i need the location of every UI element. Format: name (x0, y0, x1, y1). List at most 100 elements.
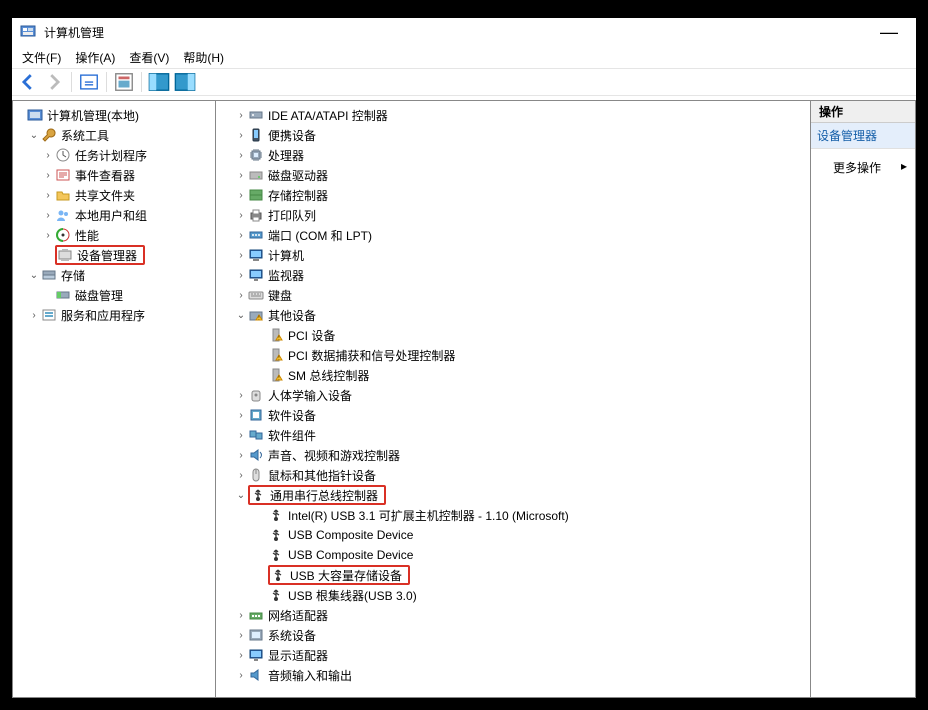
actions-more[interactable]: 更多操作▸ (811, 149, 915, 176)
device-tree[interactable]: ›IDE ATA/ATAPI 控制器›便携设备›处理器›磁盘驱动器›存储控制器›… (216, 100, 810, 698)
tree-system-tools[interactable]: ⌄ 系统工具 (13, 125, 215, 145)
show-hide-button[interactable] (147, 71, 171, 93)
device-hid[interactable]: ›人体学输入设备 (216, 385, 810, 405)
device-label: USB 根集线器(USB 3.0) (286, 586, 419, 605)
device-ide[interactable]: ›IDE ATA/ATAPI 控制器 (216, 105, 810, 125)
forward-button[interactable] (42, 71, 66, 93)
tree-event-viewer[interactable]: › 事件查看器 (13, 165, 215, 185)
tree-local-users[interactable]: › 本地用户和组 (13, 205, 215, 225)
device-computer[interactable]: ›计算机 (216, 245, 810, 265)
usb-icon (268, 527, 284, 543)
tree-device-manager[interactable]: 设备管理器 (13, 245, 215, 265)
device-print-queues[interactable]: ›打印队列 (216, 205, 810, 225)
expander-icon[interactable]: › (234, 190, 248, 201)
device-keyboards[interactable]: › 键盘 (216, 285, 810, 305)
device-pci[interactable]: !PCI 设备 (216, 325, 810, 345)
warndev-icon: ! (268, 367, 284, 383)
device-software[interactable]: ›软件设备 (216, 405, 810, 425)
expander-icon[interactable]: › (234, 230, 248, 241)
menu-view[interactable]: 查看(V) (129, 49, 169, 66)
tree-disk-management[interactable]: 磁盘管理 (13, 285, 215, 305)
expander-icon[interactable]: › (234, 290, 248, 301)
expander-icon[interactable]: › (234, 250, 248, 261)
expander-icon[interactable]: › (41, 150, 55, 161)
device-monitors[interactable]: › 监视器 (216, 265, 810, 285)
device-usb-controllers[interactable]: ⌄通用串行总线控制器 (216, 485, 810, 505)
help-button[interactable] (173, 71, 197, 93)
device-sound[interactable]: ›声音、视频和游戏控制器 (216, 445, 810, 465)
sound-icon (248, 447, 264, 463)
expander-icon[interactable]: › (234, 170, 248, 181)
actions-context[interactable]: 设备管理器 (811, 123, 915, 149)
expander-icon[interactable]: › (234, 610, 248, 621)
device-software-comp[interactable]: › 软件组件 (216, 425, 810, 445)
device-usb-item[interactable]: USB Composite Device (216, 545, 810, 565)
expander-icon[interactable]: ⌄ (27, 270, 41, 281)
expander-icon[interactable]: › (27, 310, 41, 321)
device-portable[interactable]: ›便携设备 (216, 125, 810, 145)
tree-root[interactable]: 计算机管理(本地) (13, 105, 215, 125)
tree-performance[interactable]: › 性能 (13, 225, 215, 245)
expander-icon[interactable]: › (234, 270, 248, 281)
expander-icon[interactable]: › (234, 630, 248, 641)
device-usb-item[interactable]: USB 根集线器(USB 3.0) (216, 585, 810, 605)
expander-icon[interactable]: ⌄ (27, 130, 41, 141)
expander-icon[interactable]: ⌄ (234, 310, 248, 321)
device-pci-data[interactable]: !PCI 数据捕获和信号处理控制器 (216, 345, 810, 365)
expander-icon[interactable]: › (41, 190, 55, 201)
expander-icon[interactable]: › (234, 150, 248, 161)
up-button[interactable] (77, 71, 101, 93)
device-label: 键盘 (266, 286, 294, 305)
device-storage-ctrl[interactable]: ›存储控制器 (216, 185, 810, 205)
device-network[interactable]: ›网络适配器 (216, 605, 810, 625)
expander-icon[interactable]: › (41, 170, 55, 181)
menu-file[interactable]: 文件(F) (22, 49, 61, 66)
device-usb-mass-storage[interactable]: USB 大容量存储设备 (216, 565, 810, 585)
tree-storage[interactable]: ⌄ 存储 (13, 265, 215, 285)
tree-shared-folders[interactable]: › 共享文件夹 (13, 185, 215, 205)
expander-icon[interactable]: › (234, 130, 248, 141)
device-usb-item[interactable]: USB Composite Device (216, 525, 810, 545)
mouse-icon (248, 467, 264, 483)
expander-icon[interactable]: › (234, 210, 248, 221)
tree-task-scheduler[interactable]: › 任务计划程序 (13, 145, 215, 165)
warndev-icon: ! (268, 347, 284, 363)
device-system[interactable]: ›系统设备 (216, 625, 810, 645)
device-label: 软件组件 (266, 426, 318, 445)
device-disk-drives[interactable]: ›磁盘驱动器 (216, 165, 810, 185)
menu-help[interactable]: 帮助(H) (183, 49, 224, 66)
device-label: USB Composite Device (286, 527, 415, 543)
tree-services-apps[interactable]: › 服务和应用程序 (13, 305, 215, 325)
menu-action[interactable]: 操作(A) (75, 49, 115, 66)
device-label: 鼠标和其他指针设备 (266, 466, 378, 485)
expander-icon[interactable]: › (234, 450, 248, 461)
device-cpu[interactable]: ›处理器 (216, 145, 810, 165)
expander-icon[interactable]: › (234, 410, 248, 421)
expander-icon[interactable]: › (41, 210, 55, 221)
disk-management-icon (55, 287, 71, 303)
device-display[interactable]: ›显示适配器 (216, 645, 810, 665)
device-ports[interactable]: › 端口 (COM 和 LPT) (216, 225, 810, 245)
expander-icon[interactable]: › (234, 390, 248, 401)
expander-icon[interactable]: ⌄ (234, 490, 248, 501)
properties-button[interactable] (112, 71, 136, 93)
expander-icon[interactable]: › (234, 650, 248, 661)
expander-icon[interactable]: › (234, 430, 248, 441)
device-label: 端口 (COM 和 LPT) (266, 226, 374, 245)
expander-icon[interactable]: › (41, 230, 55, 241)
device-usb-item[interactable]: Intel(R) USB 3.1 可扩展主机控制器 - 1.10 (Micros… (216, 505, 810, 525)
minimize-button[interactable]: — (870, 27, 908, 37)
back-button[interactable] (16, 71, 40, 93)
device-mice[interactable]: › 鼠标和其他指针设备 (216, 465, 810, 485)
console-tree[interactable]: 计算机管理(本地) ⌄ 系统工具 › 任务计划程序 › (12, 100, 216, 698)
expander-icon[interactable]: › (234, 110, 248, 121)
expander-icon[interactable]: › (234, 470, 248, 481)
disk-icon (248, 167, 264, 183)
device-label: Intel(R) USB 3.1 可扩展主机控制器 - 1.10 (Micros… (286, 506, 571, 525)
expander-icon[interactable]: › (234, 670, 248, 681)
device-label: 监视器 (266, 266, 306, 285)
device-smbus[interactable]: !SM 总线控制器 (216, 365, 810, 385)
device-audio-io[interactable]: ›音频输入和输出 (216, 665, 810, 685)
device-other[interactable]: ⌄!其他设备 (216, 305, 810, 325)
actions-header: 操作 (811, 101, 915, 123)
